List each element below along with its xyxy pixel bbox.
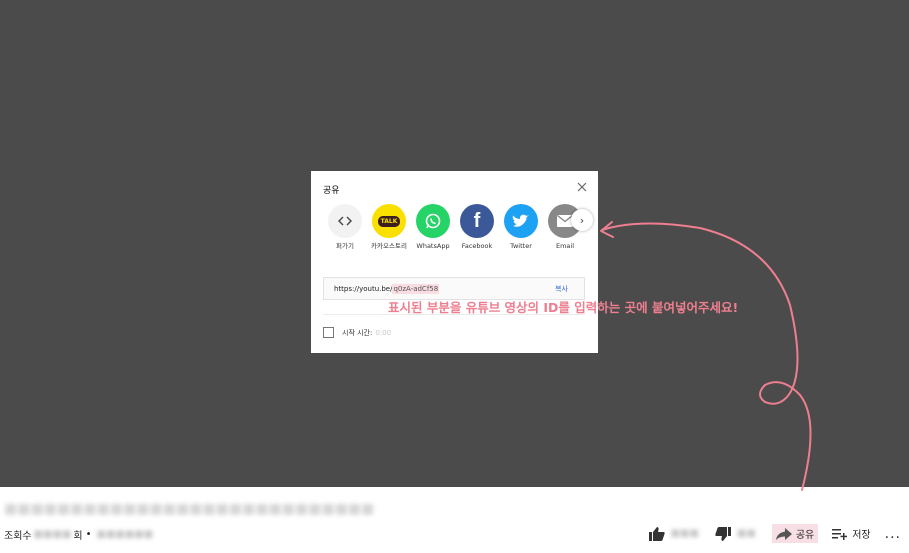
start-time-label: 시작 시간 [342,328,370,337]
whatsapp-icon [416,204,450,238]
url-video-id: q0zA-adCf58 [392,283,440,294]
video-title-blurred: ■■■■■■■■■■■■■■■■■■■■■■■■■■■■ [4,501,375,517]
share-embed-label: 퍼가기 [336,242,354,250]
share-whatsapp-label: WhatsApp [416,242,450,250]
chevron-right-icon[interactable]: › [571,209,593,231]
save-label: 저장 [852,530,871,541]
share-kakaostory[interactable]: TALK 카카오스토리 [369,204,409,250]
like-button[interactable]: ■■■ [648,526,701,541]
share-facebook-label: Facebook [461,242,493,250]
video-actions: ■■■ ■■ 공유 저장 ... [648,524,901,543]
url-prefix: https://youtu.be/ [334,284,393,293]
kakaotalk-icon: TALK [372,204,406,238]
share-twitter[interactable]: Twitter [501,204,541,250]
more-options-button[interactable]: ... [885,527,901,541]
close-icon[interactable] [576,181,588,193]
save-button[interactable]: 저장 [832,526,871,541]
dislike-count-blurred: ■■ [736,528,756,539]
like-count-blurred: ■■■ [670,528,699,539]
facebook-icon: f [460,204,494,238]
upload-date-blurred: ■■■■■■ [96,529,154,540]
dialog-title: 공유 [323,186,340,196]
share-email-label: Email [555,242,575,250]
embed-icon [328,204,362,238]
views-count-blurred: ■■■■ [33,529,72,540]
share-twitter-label: Twitter [510,242,532,250]
thumbs-down-icon [715,526,731,541]
share-whatsapp[interactable]: WhatsApp [413,204,453,250]
dislike-button[interactable]: ■■ [715,526,758,541]
views-row: 조회수 ■■■■ 회 • ■■■■■■ [4,527,155,542]
share-kakaostory-label: 카카오스토리 [371,242,407,250]
share-dialog: 공유 퍼가기 TALK 카카오스토리 WhatsApp f Facebook T… [311,171,598,353]
share-embed[interactable]: 퍼가기 [325,204,365,250]
share-label: 공유 [795,530,815,541]
kakaotalk-badge: TALK [377,215,401,227]
twitter-icon [504,204,538,238]
start-time-value: 0:00 [375,328,392,337]
separator-dot: • [85,529,92,540]
thumbs-up-icon [648,526,665,541]
views-unit: 회 [73,531,83,542]
share-targets: 퍼가기 TALK 카카오스토리 WhatsApp f Facebook Twit… [325,204,587,264]
copy-button[interactable]: 복사 [555,284,568,294]
start-time-row: 시작 시간: 0:00 [323,327,391,338]
playlist-add-icon [832,528,848,540]
video-info-bar: ■■■■■■■■■■■■■■■■■■■■■■■■■■■■ 조회수 ■■■■ 회 … [0,487,909,553]
annotation-text: 표시된 부분을 유튜브 영상의 ID를 입력하는 곳에 붙여넣어주세요! [388,300,739,315]
views-label: 조회수 [4,531,32,542]
share-arrow-icon [775,527,792,540]
share-facebook[interactable]: f Facebook [457,204,497,250]
start-time-checkbox[interactable] [323,327,334,338]
share-button[interactable]: 공유 [771,524,819,543]
